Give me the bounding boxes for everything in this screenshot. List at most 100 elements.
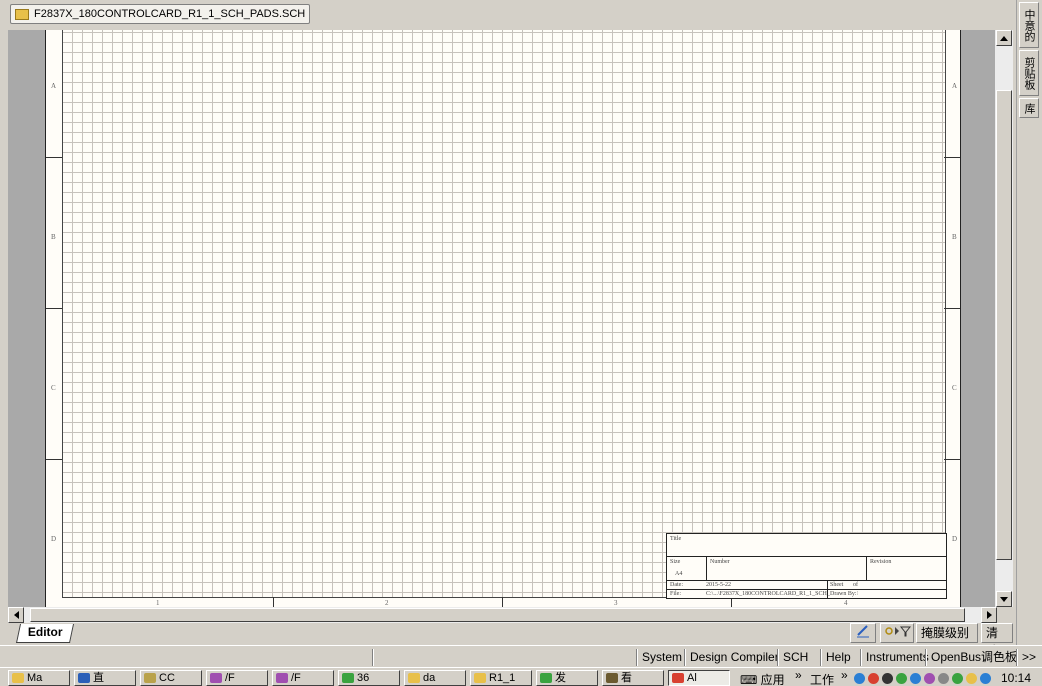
title-label: Title <box>670 536 682 542</box>
chrome-icon <box>672 673 684 683</box>
status-bar: System Design Compiler SCH Help Instrume… <box>0 645 1042 668</box>
zone-label-col-3: 3 <box>614 599 618 607</box>
sheet-of-label: of <box>853 582 858 588</box>
zone-divider <box>944 157 960 158</box>
taskbar-button[interactable]: 发 <box>536 670 598 686</box>
zone-label-col-4: 4 <box>844 599 848 607</box>
mask-level-button[interactable]: 掩膜级别 <box>916 623 978 643</box>
number-label: Number <box>710 559 730 565</box>
zone-divider <box>46 308 62 309</box>
tray-icon[interactable] <box>980 673 991 684</box>
size-label: Size <box>670 559 681 565</box>
taskbar-button-active[interactable]: Al <box>668 670 730 686</box>
status-sch-button[interactable]: SCH <box>777 649 813 666</box>
zone-label-left-b: B <box>51 233 56 241</box>
vertical-scrollbar[interactable] <box>995 30 1013 607</box>
image-icon <box>606 673 618 683</box>
scroll-down-button[interactable] <box>996 591 1012 607</box>
tray-icon[interactable] <box>896 673 907 684</box>
arrow-right-icon <box>986 611 992 619</box>
horizontal-scrollbar[interactable] <box>8 607 997 623</box>
zone-label-right-a: A <box>952 82 958 90</box>
tray-icon[interactable] <box>854 673 865 684</box>
taskbar-button[interactable]: /F <box>272 670 334 686</box>
highlight-pen-button[interactable] <box>850 623 876 643</box>
scroll-up-button[interactable] <box>996 30 1012 46</box>
tray-chevron[interactable]: » <box>841 668 848 682</box>
word-icon <box>78 673 90 683</box>
status-help-button[interactable]: Help <box>820 649 856 666</box>
tray-icon[interactable] <box>924 673 935 684</box>
zone-divider <box>502 597 503 607</box>
quick-launch-chevron[interactable]: » <box>795 668 802 682</box>
status-system-button[interactable]: System <box>636 649 687 666</box>
zone-label-left-c: C <box>51 384 56 392</box>
drawn-by-label: Drawn By: <box>830 591 857 597</box>
side-tab-favorites[interactable]: 中意的 <box>1019 2 1039 48</box>
taskbar-button[interactable]: CC <box>140 670 202 686</box>
mask-filter-button[interactable] <box>880 623 914 643</box>
zone-label-left-d: D <box>51 535 57 543</box>
cube-icon <box>210 673 222 683</box>
zone-divider <box>46 459 62 460</box>
status-message <box>0 649 376 666</box>
side-tab-library[interactable]: 库 <box>1019 98 1039 118</box>
tray-icon[interactable] <box>952 673 963 684</box>
date-value: 2015-5-22 <box>706 582 731 588</box>
folder-icon <box>474 673 486 683</box>
zone-divider <box>944 308 960 309</box>
status-instruments-button[interactable]: Instruments <box>860 649 934 666</box>
tray-icon[interactable] <box>868 673 879 684</box>
taskbar-button[interactable]: 看 <box>602 670 664 686</box>
tray-icon[interactable] <box>938 673 949 684</box>
clock: 10:14 <box>1001 671 1032 685</box>
date-label: Date: <box>670 582 683 588</box>
taskbar-button[interactable]: 36 <box>338 670 400 686</box>
schematic-canvas[interactable]: A B C D A B C D 1 2 3 4 Title Size A4 Nu… <box>8 30 995 607</box>
taskbar-button[interactable]: R1_1 <box>470 670 532 686</box>
zone-label-col-1: 1 <box>156 599 160 607</box>
zone-label-left-a: A <box>51 82 57 90</box>
vertical-scroll-thumb[interactable] <box>996 90 1012 560</box>
horizontal-scroll-thumb[interactable] <box>30 608 965 622</box>
side-panel: 中意的 剪贴板 库 <box>1016 0 1042 650</box>
arrow-down-icon <box>1000 596 1008 602</box>
sheet-grid[interactable] <box>62 30 946 598</box>
status-design-compiler-button[interactable]: Design Compiler <box>684 649 784 666</box>
status-openbus-palette-button[interactable]: OpenBus调色板 <box>925 649 1022 666</box>
side-tab-clipboard[interactable]: 剪贴板 <box>1019 50 1039 96</box>
folder-icon <box>12 673 24 683</box>
scroll-left-button[interactable] <box>8 607 24 623</box>
document-tab-label: F2837X_180CONTROLCARD_R1_1_SCH_PADS.SCH <box>34 8 306 20</box>
tray-icon[interactable] <box>966 673 977 684</box>
taskbar-button[interactable]: da <box>404 670 466 686</box>
zone-label-col-2: 2 <box>385 599 389 607</box>
folder-icon <box>408 673 420 683</box>
status-panel <box>372 649 641 666</box>
zone-divider <box>273 597 274 607</box>
size-value: A4 <box>675 571 683 577</box>
quick-launch-work[interactable]: 工作 <box>810 671 834 686</box>
taskbar-button[interactable]: 直 <box>74 670 136 686</box>
cube-icon <box>276 673 288 683</box>
taskbar: Ma 直 CC /F /F 36 da R1_1 发 看 Al ⌨ 应用 » 工… <box>0 667 1042 686</box>
file-label: File: <box>670 591 682 597</box>
title-block[interactable]: Title Size A4 Number Revision Date: 2015… <box>666 533 947 599</box>
revision-label: Revision <box>870 559 892 565</box>
scroll-right-button[interactable] <box>981 607 997 623</box>
schematic-sheet[interactable]: A B C D A B C D 1 2 3 4 <box>45 30 961 607</box>
tray-icon[interactable] <box>882 673 893 684</box>
quick-launch-apps[interactable]: ⌨ 应用 <box>740 671 785 686</box>
tray-icon[interactable] <box>910 673 921 684</box>
arrow-left-icon <box>13 611 19 619</box>
taskbar-button[interactable]: /F <box>206 670 268 686</box>
tab-editor[interactable]: Editor <box>15 624 75 643</box>
ie-icon <box>342 673 354 683</box>
zone-divider <box>46 157 62 158</box>
sheet-label: Sheet <box>830 582 844 588</box>
clear-button[interactable]: 清除 <box>981 623 1013 658</box>
taskbar-button[interactable]: Ma <box>8 670 70 686</box>
status-overflow-button[interactable]: >> <box>1016 649 1041 666</box>
document-tab[interactable]: F2837X_180CONTROLCARD_R1_1_SCH_PADS.SCH <box>10 4 311 24</box>
zone-divider <box>944 459 960 460</box>
